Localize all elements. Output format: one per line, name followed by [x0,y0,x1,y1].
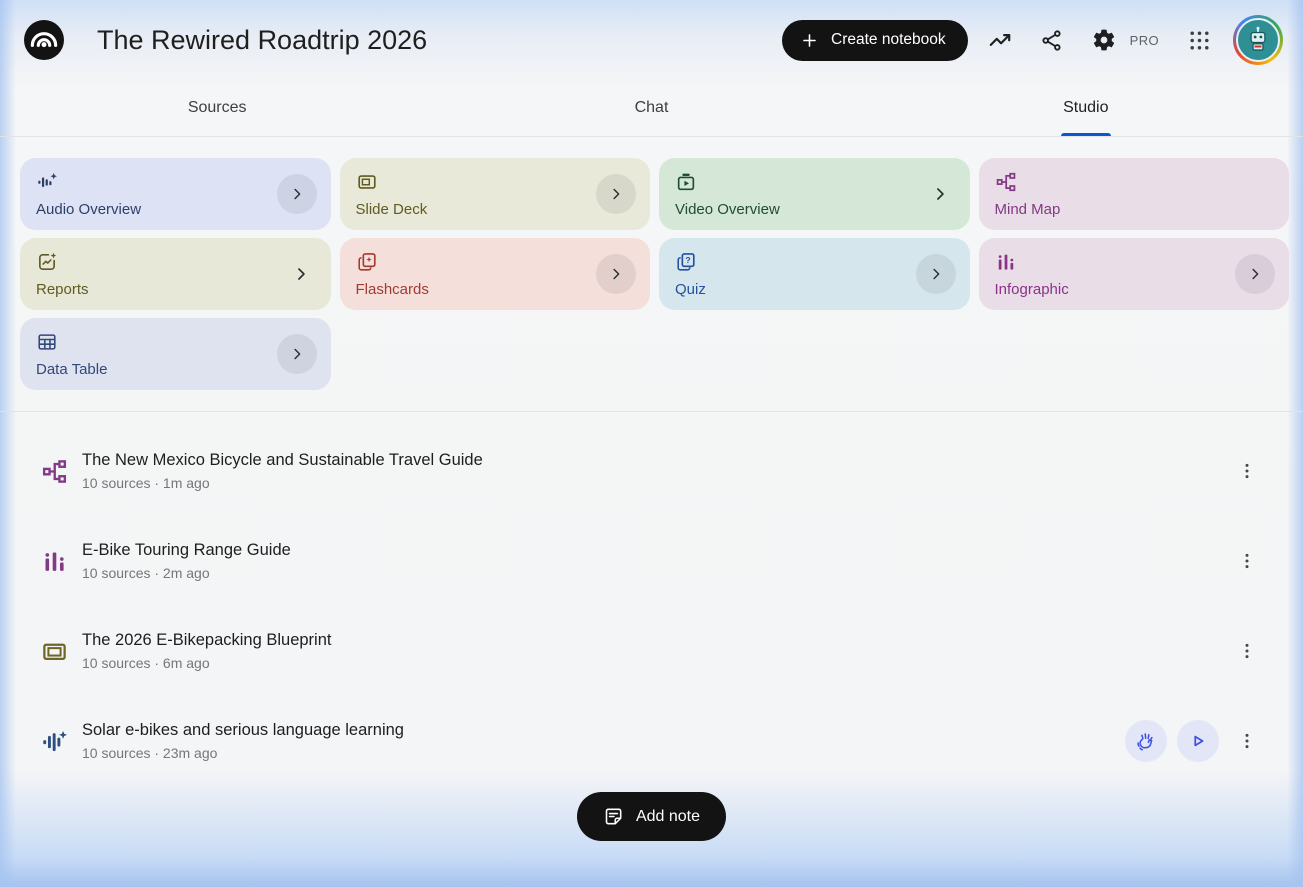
more-menu-icon[interactable] [1231,631,1263,671]
studio-tool-label: Slide Deck [355,201,428,218]
audio-waveform-sparkle-icon [36,171,58,193]
artifact-actions [1125,720,1263,762]
studio-tool-slide-deck[interactable]: Slide Deck [339,158,650,230]
avatar-robot-image [1236,18,1280,62]
artifact-text: The New Mexico Bicycle and Sustainable T… [82,451,483,491]
tab-bar: Sources Chat Studio [0,80,1303,137]
notebook-title[interactable]: The Rewired Roadtrip 2026 [97,25,427,56]
studio-tool-label: Reports [36,281,89,298]
studio-tool-flashcards[interactable]: Flashcards [339,238,650,310]
studio-tool-audio-overview[interactable]: Audio Overview [20,158,331,230]
artifact-row-audio-overview[interactable]: Solar e-bikes and serious language learn… [0,696,1303,786]
waving-hand-icon [1135,730,1157,752]
create-notebook-button[interactable]: Create notebook [782,19,968,61]
mind-map-icon [995,171,1017,193]
studio-tool-reports[interactable]: Reports [20,238,331,310]
audio-waveform-sparkle-icon [40,728,68,755]
artifact-meta: 10 sources · 6m ago [82,655,210,671]
chevron-right-icon[interactable] [276,174,317,214]
artifact-meta: 10 sources · 23m ago [82,745,218,761]
artifact-actions [1229,631,1263,671]
account-avatar[interactable] [1233,15,1283,65]
artifact-row-slide-deck[interactable]: The 2026 E-Bikepacking Blueprint 10 sour… [0,606,1303,696]
studio-tool-mind-map[interactable]: Mind Map [978,158,1289,230]
studio-tool-label: Quiz [675,281,706,298]
create-notebook-label: Create notebook [831,31,946,48]
video-overview-icon [675,171,697,193]
add-note-icon [603,806,624,827]
chevron-right-icon[interactable] [1235,254,1275,294]
studio-tool-infographic[interactable]: Infographic [978,238,1289,310]
artifact-row-infographic[interactable]: E-Bike Touring Range Guide 10 sources · … [0,516,1303,606]
notebooklm-logo-icon[interactable] [24,20,64,60]
share-icon[interactable] [1032,20,1072,60]
apps-grid-icon[interactable] [1179,20,1219,60]
header: The Rewired Roadtrip 2026 Create noteboo… [0,0,1303,80]
artifact-meta: 10 sources · 1m ago [82,475,210,491]
tab-chat-label: Chat [634,99,669,116]
chevron-right-icon[interactable] [276,334,317,374]
studio-tool-label: Infographic [994,281,1069,298]
tab-studio-label: Studio [1063,99,1109,116]
more-menu-icon[interactable] [1231,451,1263,491]
chevron-right-icon[interactable] [930,184,950,204]
slide-deck-icon [40,638,68,665]
mind-map-icon [40,458,68,485]
interactive-mode-button[interactable] [1125,720,1167,762]
artifact-title[interactable]: Solar e-bikes and serious language learn… [82,721,404,740]
infographic-icon [995,251,1017,273]
studio-tool-label: Data Table [36,361,108,378]
artifact-meta: 10 sources · 2m ago [82,565,210,581]
slide-deck-icon [356,171,378,193]
report-sparkle-icon [36,251,58,273]
artifact-row-mind-map[interactable]: The New Mexico Bicycle and Sustainable T… [0,426,1303,516]
pro-badge: PRO [1129,32,1159,48]
header-actions: Create notebook PRO [782,15,1283,65]
tab-sources-label: Sources [187,99,247,116]
chevron-right-icon[interactable] [596,254,636,294]
studio-tool-label: Video Overview [675,201,780,218]
add-note-label: Add note [635,807,701,825]
artifact-list: The New Mexico Bicycle and Sustainable T… [0,412,1303,786]
studio-tool-quiz[interactable]: ? Quiz [659,238,970,310]
studio-tool-label: Mind Map [994,201,1061,218]
studio-tool-video-overview[interactable]: Video Overview [659,158,970,230]
play-audio-button[interactable] [1177,720,1219,762]
more-menu-icon[interactable] [1231,721,1263,761]
studio-tool-data-table[interactable]: Data Table [20,318,331,390]
add-note-container: Add note [0,792,1303,841]
artifact-text: The 2026 E-Bikepacking Blueprint 10 sour… [82,631,331,671]
chevron-right-icon[interactable] [291,264,311,284]
studio-tool-grid: Audio Overview Slide Deck Video Overview [0,137,1303,390]
flashcards-icon [356,251,378,273]
plus-icon [800,31,819,50]
artifact-title[interactable]: E-Bike Touring Range Guide [82,541,291,560]
artifact-title[interactable]: The 2026 E-Bikepacking Blueprint [82,631,331,650]
studio-tool-label: Flashcards [355,281,429,298]
infographic-icon [40,548,68,575]
artifact-text: Solar e-bikes and serious language learn… [82,721,404,761]
artifact-actions [1229,451,1263,491]
tab-studio[interactable]: Studio [869,80,1303,136]
studio-tool-label: Audio Overview [36,201,142,218]
notebooklm-studio-page: The Rewired Roadtrip 2026 Create noteboo… [0,0,1303,887]
tab-sources[interactable]: Sources [0,80,434,136]
artifact-text: E-Bike Touring Range Guide 10 sources · … [82,541,291,581]
play-icon [1187,730,1209,752]
svg-text:?: ? [685,255,690,265]
artifact-actions [1229,541,1263,581]
analytics-icon[interactable] [980,20,1020,60]
data-table-icon [36,331,58,353]
quiz-icon: ? [675,251,697,273]
chevron-right-icon[interactable] [915,254,956,294]
add-note-button[interactable]: Add note [576,792,727,841]
tab-chat[interactable]: Chat [434,80,868,136]
chevron-right-icon[interactable] [596,174,636,214]
artifact-title[interactable]: The New Mexico Bicycle and Sustainable T… [82,451,483,470]
settings-gear-icon[interactable] [1084,20,1124,60]
more-menu-icon[interactable] [1231,541,1263,581]
